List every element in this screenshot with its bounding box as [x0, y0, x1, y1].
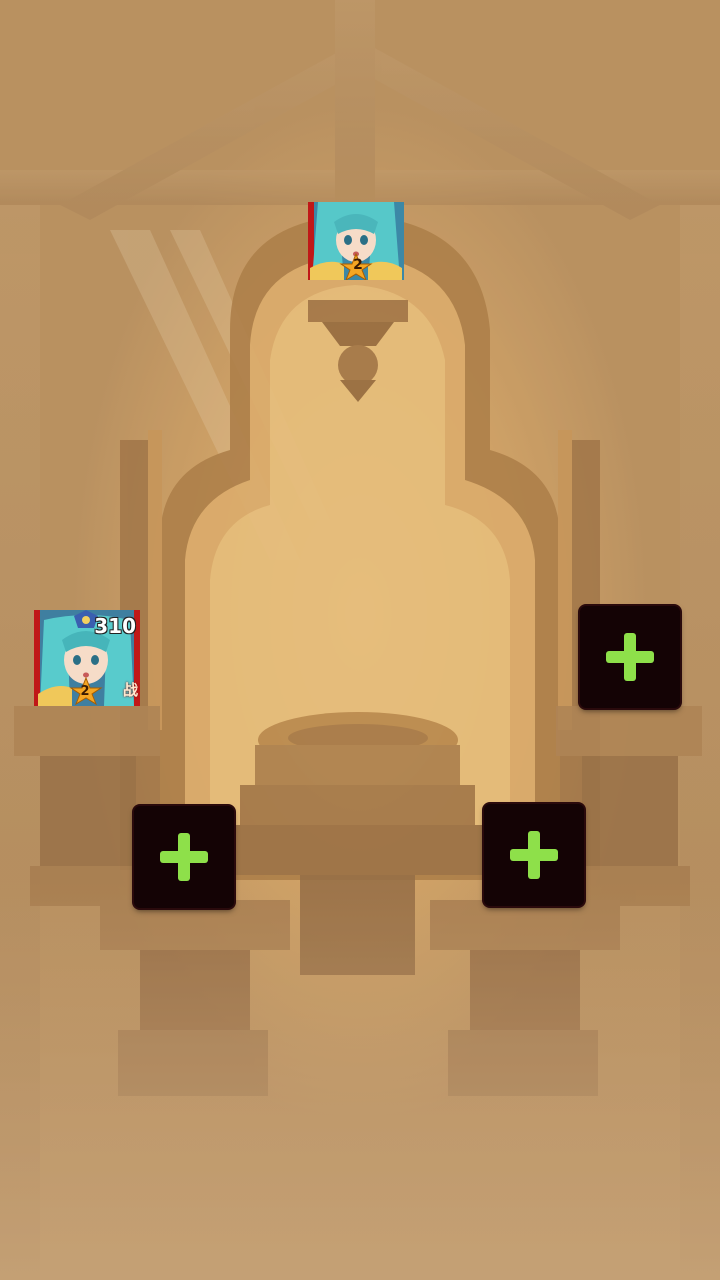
plus-icon: [606, 633, 654, 681]
add-hero-slot-mid-right[interactable]: [484, 804, 584, 906]
hero-card-top[interactable]: 2: [308, 202, 404, 280]
add-hero-slot-mid-left[interactable]: [134, 806, 234, 908]
hero-card-left[interactable]: 310 2 战: [34, 610, 140, 706]
plus-icon: [510, 831, 558, 879]
battle-tag: 战: [122, 681, 138, 699]
add-hero-slot-right[interactable]: [580, 606, 680, 708]
plus-icon: [160, 833, 208, 881]
hero-level: 2: [353, 257, 363, 273]
throne-scene: 2 310 2 战: [0, 0, 720, 1280]
hero-level: 2: [80, 684, 90, 699]
hero-power: 310: [94, 614, 136, 638]
